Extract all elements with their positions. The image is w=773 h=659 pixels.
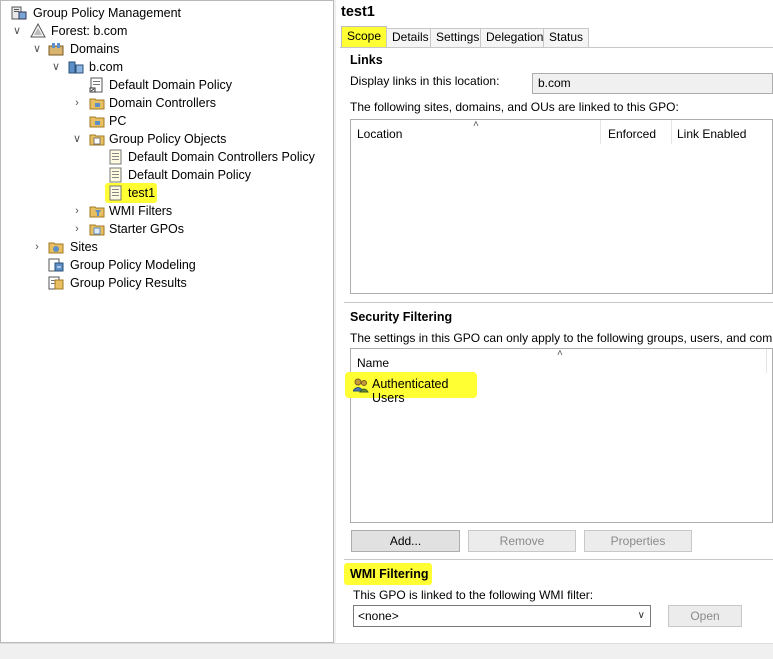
tree-item-gpm-root[interactable]: Group Policy Management — [11, 4, 211, 22]
domains-icon — [48, 43, 64, 56]
wmi-description: This GPO is linked to the following WMI … — [353, 588, 594, 602]
tree-label: Domain Controllers — [109, 96, 216, 110]
tree-label: b.com — [89, 60, 124, 74]
section-divider — [344, 559, 773, 560]
tree-item-default-domain-policy-link[interactable]: Default Domain Policy — [89, 76, 309, 94]
column-header-enforced[interactable]: Enforced — [602, 120, 672, 144]
wmi-filter-select[interactable]: <none> ∨ — [353, 605, 651, 627]
results-icon — [48, 276, 64, 290]
links-location-label: Display links in this location: — [350, 74, 500, 88]
chevron-right-icon[interactable]: › — [31, 238, 43, 256]
links-location-field[interactable]: b.com — [532, 73, 773, 94]
tree-label: Group Policy Results — [70, 276, 187, 290]
remove-button[interactable]: Remove — [468, 530, 576, 552]
tree-label: Domains — [70, 42, 120, 56]
tree-item-sites[interactable]: › Sites — [31, 238, 231, 256]
tree-label: PC — [109, 114, 127, 128]
tree-item-gpo-domain-policy[interactable]: Default Domain Policy — [108, 166, 308, 184]
tab-details[interactable]: Details — [386, 28, 435, 47]
tree-item-starter-gpos[interactable]: › Starter GPOs — [71, 220, 271, 238]
tree-label: Group Policy Modeling — [70, 258, 196, 272]
tree-item-gp-modeling[interactable]: Group Policy Modeling — [48, 256, 268, 274]
links-heading: Links — [350, 53, 383, 67]
security-filtering-heading: Security Filtering — [350, 310, 453, 324]
gpo-icon — [109, 149, 122, 165]
sites-icon — [48, 242, 64, 254]
open-wmi-button[interactable]: Open — [668, 605, 742, 627]
tree-item-domain-bcom[interactable]: ∨ b.com — [50, 58, 250, 76]
tree-label: Group Policy Management — [33, 6, 181, 20]
forest-icon — [30, 23, 46, 38]
chevron-right-icon[interactable]: › — [71, 202, 83, 220]
user-group-icon — [353, 378, 369, 393]
gpo-detail-pane: test1 Scope Details Settings Delegation … — [336, 0, 773, 643]
tree-item-gp-results[interactable]: Group Policy Results — [48, 274, 268, 292]
tab-strip-border — [340, 47, 773, 48]
modeling-icon — [48, 258, 64, 272]
tree-item-domains[interactable]: ∨ Domains — [31, 40, 231, 58]
tree-label: Group Policy Objects — [109, 132, 227, 146]
gpo-folder-icon — [89, 134, 105, 146]
tree-item-gpo-dc-policy[interactable]: Default Domain Controllers Policy — [108, 148, 328, 166]
tree-label: Default Domain Controllers Policy — [128, 150, 315, 164]
properties-button[interactable]: Properties — [584, 530, 692, 552]
tree-item-wmi-filters[interactable]: › WMI Filters — [71, 202, 271, 220]
tree-label: Sites — [70, 240, 98, 254]
links-description: The following sites, domains, and OUs ar… — [350, 100, 679, 114]
tree-label: Default Domain Policy — [109, 78, 232, 92]
chevron-down-icon[interactable]: ∨ — [31, 40, 43, 58]
security-description: The settings in this GPO can only apply … — [350, 331, 773, 345]
tree-label: Starter GPOs — [109, 222, 185, 236]
status-bar — [0, 643, 773, 659]
add-button[interactable]: Add... — [351, 530, 460, 552]
domain-icon — [68, 61, 84, 74]
tree-label: WMI Filters — [109, 204, 173, 218]
gpo-icon — [109, 167, 122, 183]
chevron-right-icon[interactable]: › — [71, 220, 83, 238]
tree-item-gpo-container[interactable]: ∨ Group Policy Objects — [71, 130, 291, 148]
chevron-down-icon[interactable]: ∨ — [11, 22, 23, 40]
gpo-title: test1 — [341, 4, 375, 20]
ou-folder-icon — [89, 116, 105, 128]
tab-settings[interactable]: Settings — [430, 28, 486, 47]
wmi-filter-value: <none> — [358, 609, 399, 623]
tree-label: Forest: b.com — [51, 24, 128, 38]
ou-folder-icon — [89, 98, 105, 110]
chevron-down-icon[interactable]: ∨ — [71, 130, 83, 148]
gpo-icon — [109, 185, 122, 201]
list-item[interactable]: Authenticated Users — [345, 372, 477, 405]
security-filter-list[interactable]: ˄ Name Authenticated Users — [345, 348, 773, 523]
tab-status[interactable]: Status — [543, 28, 590, 47]
tree-item-forest[interactable]: ∨ Forest: b.com — [11, 22, 211, 40]
starter-gpo-folder-icon — [89, 224, 105, 236]
list-item-label: Authenticated Users — [372, 377, 449, 405]
section-divider — [344, 302, 773, 303]
links-list[interactable]: ˄ Location Enforced Link Enabled — [350, 119, 773, 294]
gpm-console-icon — [11, 6, 27, 20]
wmi-filtering-heading: WMI Filtering — [350, 567, 429, 581]
tree-label: test1 — [128, 186, 156, 200]
tab-delegation[interactable]: Delegation — [480, 28, 550, 47]
column-header-name[interactable]: Name — [351, 349, 767, 373]
chevron-right-icon[interactable]: › — [71, 94, 83, 112]
column-header-location[interactable]: Location — [351, 120, 601, 144]
chevron-down-icon: ∨ — [637, 610, 645, 621]
gpo-link-icon — [89, 77, 103, 93]
tab-scope[interactable]: Scope — [341, 26, 388, 47]
chevron-down-icon[interactable]: ∨ — [50, 58, 62, 76]
tree-item-pc[interactable]: PC — [89, 112, 209, 130]
tree-item-gpo-test1[interactable]: test1 — [105, 183, 157, 203]
filter-folder-icon — [89, 206, 105, 218]
tree-label: Default Domain Policy — [128, 168, 251, 182]
column-header-link-enabled[interactable]: Link Enabled — [671, 120, 773, 144]
tree-item-domain-controllers[interactable]: › Domain Controllers — [71, 94, 291, 112]
console-tree: Group Policy Management ∨ Forest: b.com … — [0, 0, 334, 643]
